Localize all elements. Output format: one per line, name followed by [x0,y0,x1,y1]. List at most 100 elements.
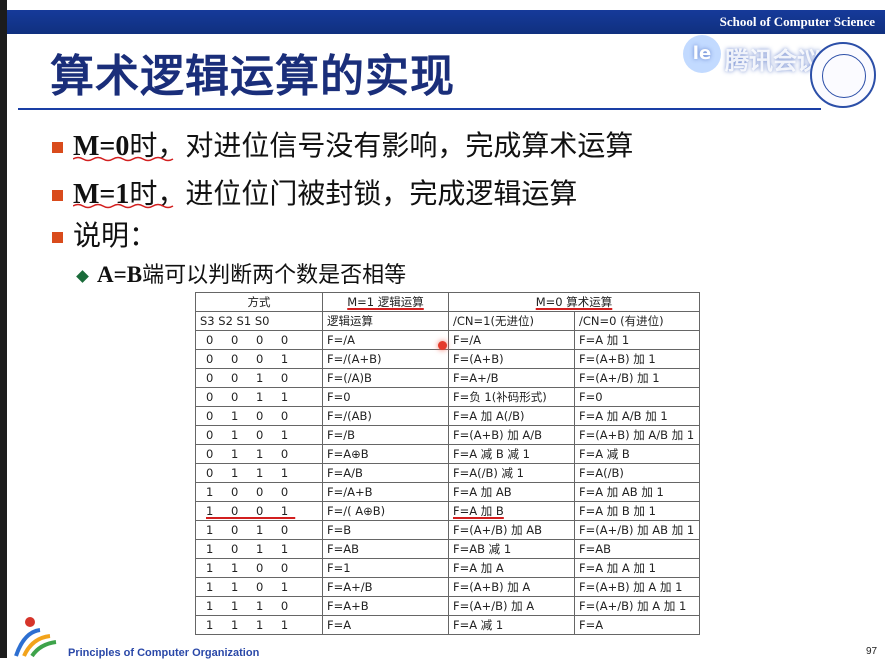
logic-result-cell: F=A⊕B [322,444,449,464]
table-row: 0 1 1 1 F=A/B F=A(/B) 减 1 F=A(/B) [195,463,700,483]
table-row: 0 1 1 0 F=A⊕B F=A 减 B 减 1 F=A 减 B [195,444,700,464]
cell-text: F=AB [579,542,612,556]
square-bullet-icon [52,189,63,201]
logic-result-cell: F=A/B [322,463,449,483]
table-row: 0 0 1 1 F=0 F=负 1(补码形式) F=0 [195,387,700,407]
cell-text: F=0 [327,390,351,404]
header-arith: M=0 算术运算 [448,292,700,312]
cell-text: F=A 加 AB [453,485,512,499]
course-logo-icon [14,617,57,658]
select-code-cell: 1 1 1 1 [195,615,323,635]
no-carry-cell: F=A 减 B 减 1 [448,444,575,464]
cell-text: F=/(AB) [327,409,372,423]
seal-inner-ring [822,54,866,98]
no-carry-cell: F=(A+B) 加 A [448,577,575,597]
logic-result-cell: F=/A [322,330,449,350]
cell-text: 0 0 0 1 [206,352,296,366]
no-carry-cell: F=(A+/B) 加 AB [448,520,575,540]
select-code-cell: 0 0 1 0 [195,368,323,388]
table-row: 1 1 0 1 F=A+/B F=(A+B) 加 A F=(A+B) 加 A 加 1 [195,577,700,597]
page-number: 97 [866,646,878,657]
cell-text: 0 1 1 0 [206,447,296,461]
bullet-item-note: 说明： [52,214,157,254]
carry-cell: F=(A+B) 加 1 [574,349,700,369]
cell-text: F=/A [453,333,481,347]
select-code-cell: 0 0 0 0 [195,330,323,350]
table-row: 0 0 1 0 F=(/A)B F=A+/B F=(A+/B) 加 1 [195,368,700,388]
logic-result-cell: F=B [322,520,449,540]
sub-bullet: A=B端可以判断两个数是否相等 [76,257,406,289]
cell-text: F=A(/B) 减 1 [453,466,524,480]
table-row: 1 0 0 1 F=/( A⊕B) F=A 加 B F=A 加 B 加 1 [195,501,700,521]
logic-result-cell: F=1 [322,558,449,578]
cell-text: F=/A+B [327,485,373,499]
select-code-cell: 1 0 1 1 [195,539,323,559]
cell-text: F=A 加 B 加 1 [579,504,656,518]
cell-text: F=(A+/B) 加 A 加 1 [579,599,687,613]
slide: School of Computer Science 算术逻辑运算的实现 le … [0,0,885,659]
cell-text: F=(A+/B) 加 AB 加 1 [579,523,695,537]
select-code-cell: 1 0 0 1 [195,501,323,521]
cell-text: F=A 加 A [453,561,504,575]
carry-cell: F=(A+/B) 加 AB 加 1 [574,520,700,540]
cell-text: 0 0 1 0 [206,371,296,385]
carry-cell: F=(A+B) 加 A/B 加 1 [574,425,700,445]
school-name: School of Computer Science [719,14,875,29]
university-seal-logo [810,42,876,108]
cell-text: F=A+/B [453,371,499,385]
select-code-cell: 1 0 1 0 [195,520,323,540]
cell-text: F=(A+/B) 加 AB [453,523,543,537]
cell-text: 0 1 0 0 [206,409,296,423]
subheader-select: S3 S2 S1 S0 [195,311,323,331]
cell-text: F=A⊕B [327,447,369,461]
cell-text: F=/(A+B) [327,352,382,366]
cell-text: F=A 减 B 减 1 [453,447,530,461]
logic-result-cell: F=A+/B [322,577,449,597]
cell-text: F=0 [579,390,603,404]
carry-cell: F=AB [574,539,700,559]
cell-text: F=A 加 A(/B) [453,409,525,423]
no-carry-cell: F=A 加 AB [448,482,575,502]
cell-text: F=A 加 A 加 1 [579,561,656,575]
table-group-header-row: 方式 M=1 逻辑运算 M=0 算术运算 [195,292,700,312]
logic-result-cell: F=(/A)B [322,368,449,388]
cell-text: F=/A [327,333,355,347]
select-code-cell: 1 1 0 1 [195,577,323,597]
no-carry-cell: F=(A+/B) 加 A [448,596,575,616]
annotation-squiggle [73,156,174,162]
carry-cell: F=(A+/B) 加 A 加 1 [574,596,700,616]
carry-cell: F=A 加 B 加 1 [574,501,700,521]
cell-text: F=(A+B) [453,352,504,366]
select-code-cell: 1 1 0 0 [195,558,323,578]
bullet-text: 时，对进位信号没有影响，完成算术运算 [129,129,634,162]
square-bullet-icon [52,231,63,243]
carry-cell: F=A 加 A/B 加 1 [574,406,700,426]
cell-text: 0 1 0 1 [206,428,296,442]
cell-text: 1 0 0 0 [206,485,296,499]
table-row: 1 0 0 0 F=/A+B F=A 加 AB F=A 加 AB 加 1 [195,482,700,502]
subheader-no-carry: /CN=1(无进位) [448,311,575,331]
select-code-cell: 0 1 0 1 [195,425,323,445]
carry-cell: F=A(/B) [574,463,700,483]
header-bar: School of Computer Science [7,10,885,34]
bullet-text: 时，进位位门被封锁，完成逻辑运算 [129,177,578,210]
logic-result-cell: F=0 [322,387,449,407]
subheader-logic: 逻辑运算 [322,311,449,331]
cell-text: F=A [327,618,352,632]
cell-text: F=负 1(补码形式) [453,390,547,404]
watermark-text: 腾讯会议 [725,47,821,75]
cell-text: F=A 加 A/B 加 1 [579,409,668,423]
cell-text: F=A 加 AB 加 1 [579,485,664,499]
bullet-text: 说明： [73,219,158,252]
cell-text: F=(A+B) 加 1 [579,352,656,366]
cell-text: F=(A+B) 加 A [453,580,531,594]
subheader-carry: /CN=0 (有进位) [574,311,700,331]
title-underline [18,108,821,110]
table-row: 1 1 1 0 F=A+B F=(A+/B) 加 A F=(A+/B) 加 A 加 1 [195,596,700,616]
cell-text: F=(A+B) 加 A 加 1 [579,580,683,594]
select-code-cell: 0 1 1 1 [195,463,323,483]
no-carry-cell: F=/A [448,330,575,350]
cell-text: F=AB 减 1 [453,542,512,556]
cell-text: 1 1 0 0 [206,561,296,575]
no-carry-cell: F=A 加 B [448,501,575,521]
